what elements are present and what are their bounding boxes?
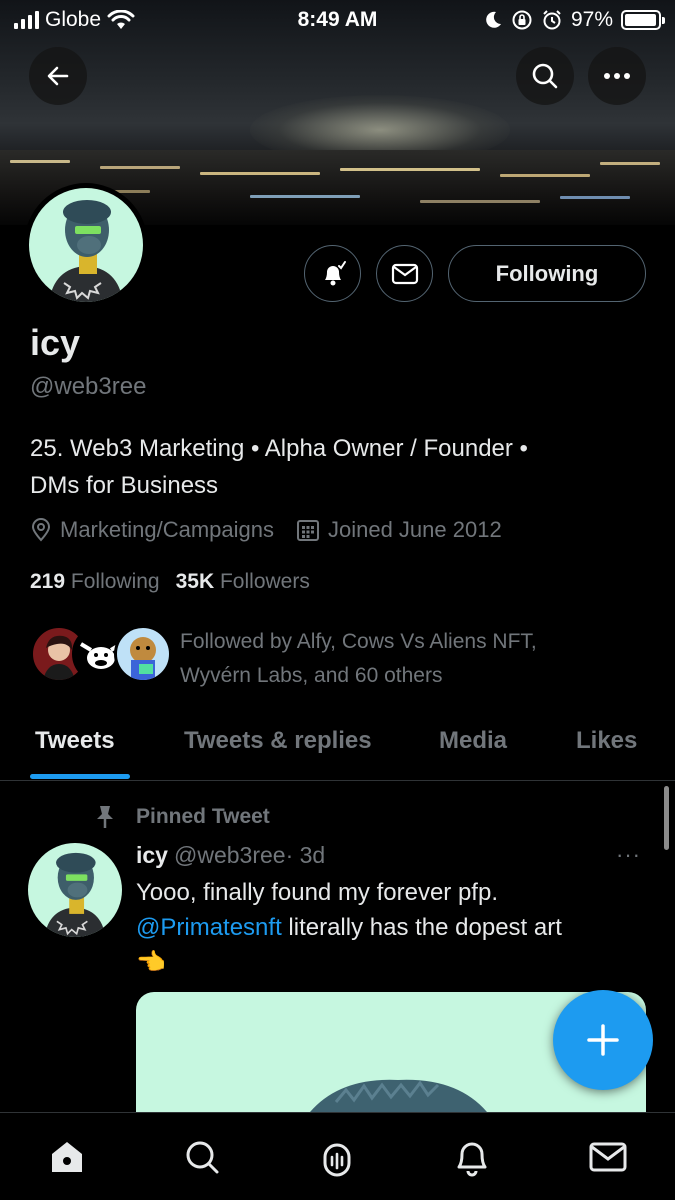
profile-meta: Marketing/Campaigns Joined June 2012 <box>30 517 524 543</box>
battery-fill <box>625 14 657 26</box>
profile-tabs: Tweets Tweets & replies Media Likes <box>0 715 675 781</box>
back-arrow-icon <box>47 66 69 86</box>
status-right: 97% <box>483 8 665 32</box>
search-button[interactable] <box>516 47 574 105</box>
tab-tweets-replies[interactable]: Tweets & replies <box>184 727 372 755</box>
tweet-author-name[interactable]: icy <box>136 842 168 868</box>
banner-light <box>420 200 540 203</box>
tweet-more-button[interactable]: ··· <box>616 842 641 868</box>
location-text: Marketing/Campaigns <box>60 517 274 542</box>
followed-by[interactable]: Followed by Alfy, Cows Vs Aliens NFT, Wy… <box>30 625 537 687</box>
profile-bio: 25. Web3 Marketing • Alpha Owner / Found… <box>30 430 650 504</box>
profile-avatar[interactable] <box>24 183 148 307</box>
followed-by-text: Followed by Alfy, Cows Vs Aliens NFT, Wy… <box>180 625 640 693</box>
status-bar: Globe 8:49 AM 97% <box>0 0 675 40</box>
home-icon <box>52 1142 82 1172</box>
pinned-label-text: Pinned Tweet <box>136 805 270 828</box>
banner-light <box>100 166 180 169</box>
tweet-line-rest: literally has the dopest art <box>281 914 562 941</box>
spaces-icon <box>323 1143 351 1177</box>
banner-light <box>500 174 590 177</box>
following-button[interactable]: Following <box>448 245 646 302</box>
followed-by-line: Wyvérn Labs, and 60 others <box>180 664 443 687</box>
notifications-bell-button[interactable] <box>304 245 361 302</box>
alarm-icon <box>543 10 561 30</box>
nav-home[interactable] <box>47 1137 87 1177</box>
bottom-nav <box>0 1112 675 1200</box>
pinned-label: Pinned Tweet <box>92 804 270 830</box>
compose-tweet-button[interactable] <box>553 990 653 1090</box>
following-stat[interactable]: 219 Following <box>30 570 160 594</box>
tweet-mention-link[interactable]: @Primatesnft <box>136 914 282 941</box>
message-button[interactable] <box>376 245 433 302</box>
followed-by-line: Followed by Alfy, Cows Vs Aliens NFT, <box>180 630 537 653</box>
location: Marketing/Campaigns <box>30 517 274 543</box>
location-pin-icon <box>31 518 51 542</box>
nav-search[interactable] <box>182 1137 222 1177</box>
followers-stat[interactable]: 35K Followers <box>176 570 310 594</box>
banner-light <box>560 196 630 199</box>
nav-spaces[interactable] <box>317 1137 357 1177</box>
followers-count: 35K <box>175 570 215 593</box>
battery-icon <box>621 10 665 30</box>
search-icon <box>186 1141 219 1174</box>
tweet-text: Yooo, finally found my forever pfp. @Pri… <box>136 875 636 980</box>
following-label: Following <box>70 570 160 593</box>
avatar-image <box>29 188 143 302</box>
profile-stats: 219 Following 35K Followers <box>30 570 310 594</box>
follower-avatar-art <box>130 637 156 680</box>
more-button[interactable] <box>588 47 646 105</box>
tweet-header: icy @web3ree· 3d <box>136 842 325 869</box>
rotation-lock-icon <box>512 10 532 30</box>
profile-handle: @web3ree <box>30 373 147 400</box>
tweet-line: @Primatesnft literally has the dopest ar… <box>136 910 636 945</box>
joined-date: Joined June 2012 <box>296 517 502 543</box>
ape-avatar-icon <box>49 200 123 302</box>
profile-name: icy <box>30 322 81 363</box>
battery-percent: 97% <box>570 8 613 31</box>
active-tab-indicator <box>30 774 130 779</box>
banner-light <box>10 160 70 163</box>
tweet-emoji: 👈 <box>136 949 166 976</box>
tweet-line: Yooo, finally found my forever pfp. <box>136 879 498 906</box>
scrollbar[interactable] <box>664 786 669 850</box>
nav-notifications[interactable] <box>452 1137 492 1177</box>
search-icon <box>532 63 558 89</box>
tweet-author-handle: @web3ree <box>173 842 286 868</box>
joined-text: Joined June 2012 <box>327 517 502 542</box>
followers-label: Followers <box>219 570 310 593</box>
pin-icon <box>97 806 113 828</box>
nav-messages[interactable] <box>588 1137 628 1177</box>
plus-icon <box>587 1024 619 1056</box>
messages-icon <box>589 1142 627 1172</box>
notifications-icon <box>457 1142 487 1177</box>
banner-light <box>340 168 480 171</box>
tweet-author-avatar[interactable] <box>28 843 122 937</box>
ape-avatar-icon <box>44 852 106 937</box>
moon-icon <box>486 11 501 28</box>
tweet-time: · 3d <box>285 842 326 868</box>
banner-light <box>200 172 320 175</box>
calendar-icon <box>296 520 319 541</box>
more-icon <box>604 73 630 79</box>
tab-tweets[interactable]: Tweets <box>35 727 115 755</box>
tab-likes[interactable]: Likes <box>576 727 637 755</box>
banner-light <box>250 195 360 198</box>
tab-media[interactable]: Media <box>439 727 507 755</box>
following-count: 219 <box>30 570 66 593</box>
bio-line: DMs for Business <box>30 472 219 499</box>
back-button[interactable] <box>29 47 87 105</box>
banner-light <box>600 162 660 165</box>
bio-line: 25. Web3 Marketing • Alpha Owner / Found… <box>30 435 528 462</box>
envelope-icon <box>391 263 418 284</box>
follower-avatar <box>114 625 172 683</box>
bell-check-icon <box>324 260 346 285</box>
